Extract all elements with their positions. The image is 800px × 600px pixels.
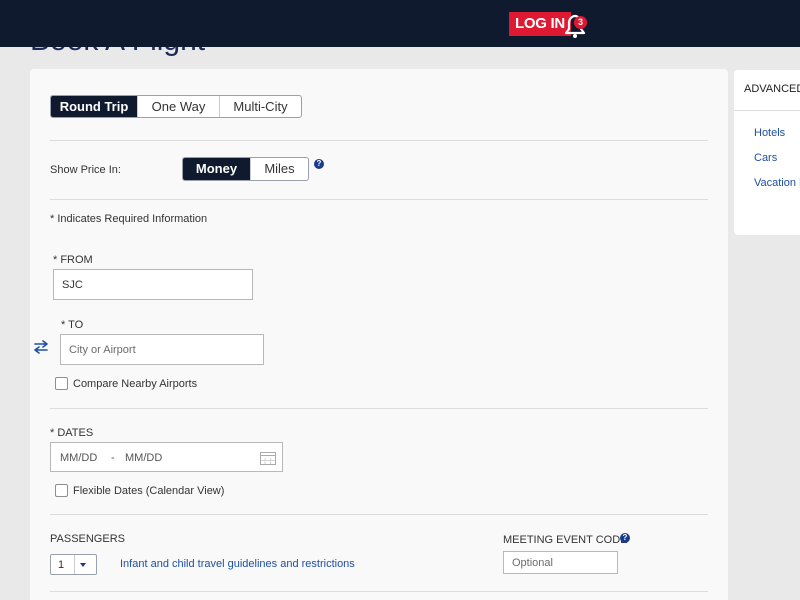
divider xyxy=(50,408,708,409)
select-separator xyxy=(74,555,75,574)
dates-label: * DATES xyxy=(50,427,94,439)
divider xyxy=(50,591,708,592)
from-label: * FROM xyxy=(53,254,93,266)
price-type-toggle: Money Miles xyxy=(182,157,309,181)
one-way-option[interactable]: One Way xyxy=(137,96,219,117)
required-info-note: * Indicates Required Information xyxy=(50,213,208,225)
swap-icon[interactable] xyxy=(32,338,50,356)
from-input[interactable]: SJC xyxy=(53,269,253,300)
miles-option[interactable]: Miles xyxy=(250,158,308,180)
date-separator: - xyxy=(111,452,115,464)
meeting-code-label: MEETING EVENT CODE xyxy=(503,534,628,546)
money-option[interactable]: Money xyxy=(183,158,250,180)
flexible-dates-checkbox[interactable] xyxy=(55,484,68,497)
meeting-code-help-icon[interactable]: ? xyxy=(620,533,630,543)
return-date-placeholder: MM/DD xyxy=(125,452,163,464)
top-nav-bar: LOG IN 3 xyxy=(0,0,800,47)
vacation-packages-link[interactable]: Vacation P xyxy=(754,177,800,189)
passenger-count-select[interactable]: 1 xyxy=(50,554,97,575)
divider xyxy=(50,514,708,515)
divider xyxy=(50,199,708,200)
trip-type-toggle: Round Trip One Way Multi-City xyxy=(50,95,302,118)
show-price-label: Show Price In: xyxy=(50,164,121,176)
infant-child-guidelines-link[interactable]: Infant and child travel guidelines and r… xyxy=(120,558,355,570)
passengers-label: PASSENGERS xyxy=(50,533,125,545)
passenger-count-value: 1 xyxy=(58,559,65,571)
divider xyxy=(734,110,800,111)
dates-input[interactable]: MM/DD - MM/DD xyxy=(50,442,283,472)
meeting-code-input[interactable]: Optional xyxy=(503,551,618,574)
to-label: * TO xyxy=(61,319,84,331)
to-input[interactable]: City or Airport xyxy=(60,334,264,365)
chevron-down-icon[interactable] xyxy=(80,563,86,567)
flexible-dates-label: Flexible Dates (Calendar View) xyxy=(73,485,225,497)
price-help-icon[interactable]: ? xyxy=(314,159,324,169)
advanced-search-title: ADVANCED xyxy=(744,83,800,95)
hotels-link[interactable]: Hotels xyxy=(754,127,785,139)
divider xyxy=(50,140,708,141)
nearby-airports-label: Compare Nearby Airports xyxy=(73,378,198,390)
round-trip-option[interactable]: Round Trip xyxy=(51,96,137,117)
booking-form-card: Round Trip One Way Multi-City Show Price… xyxy=(30,69,728,600)
nearby-airports-checkbox[interactable] xyxy=(55,377,68,390)
multi-city-option[interactable]: Multi-City xyxy=(219,96,301,117)
cars-link[interactable]: Cars xyxy=(754,152,777,164)
notification-badge: 3 xyxy=(574,16,587,29)
calendar-icon[interactable] xyxy=(260,451,276,465)
depart-date-placeholder: MM/DD xyxy=(60,452,98,464)
advanced-search-panel: ADVANCED Hotels Cars Vacation P xyxy=(734,70,800,235)
